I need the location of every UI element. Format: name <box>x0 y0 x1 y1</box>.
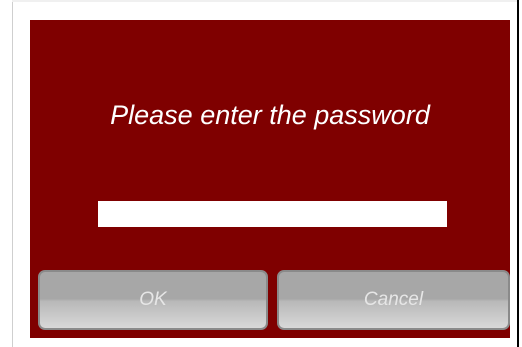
cancel-button-label: Cancel <box>363 289 424 310</box>
password-input[interactable] <box>98 201 447 227</box>
frame-top-border <box>12 0 519 2</box>
password-dialog: Please enter the password OK Cancel <box>30 20 510 338</box>
ok-button[interactable]: OK <box>38 270 268 330</box>
frame-right-border <box>517 0 519 347</box>
ok-button-label: OK <box>139 289 167 310</box>
cancel-button[interactable]: Cancel <box>277 270 510 330</box>
password-prompt: Please enter the password <box>110 100 430 130</box>
